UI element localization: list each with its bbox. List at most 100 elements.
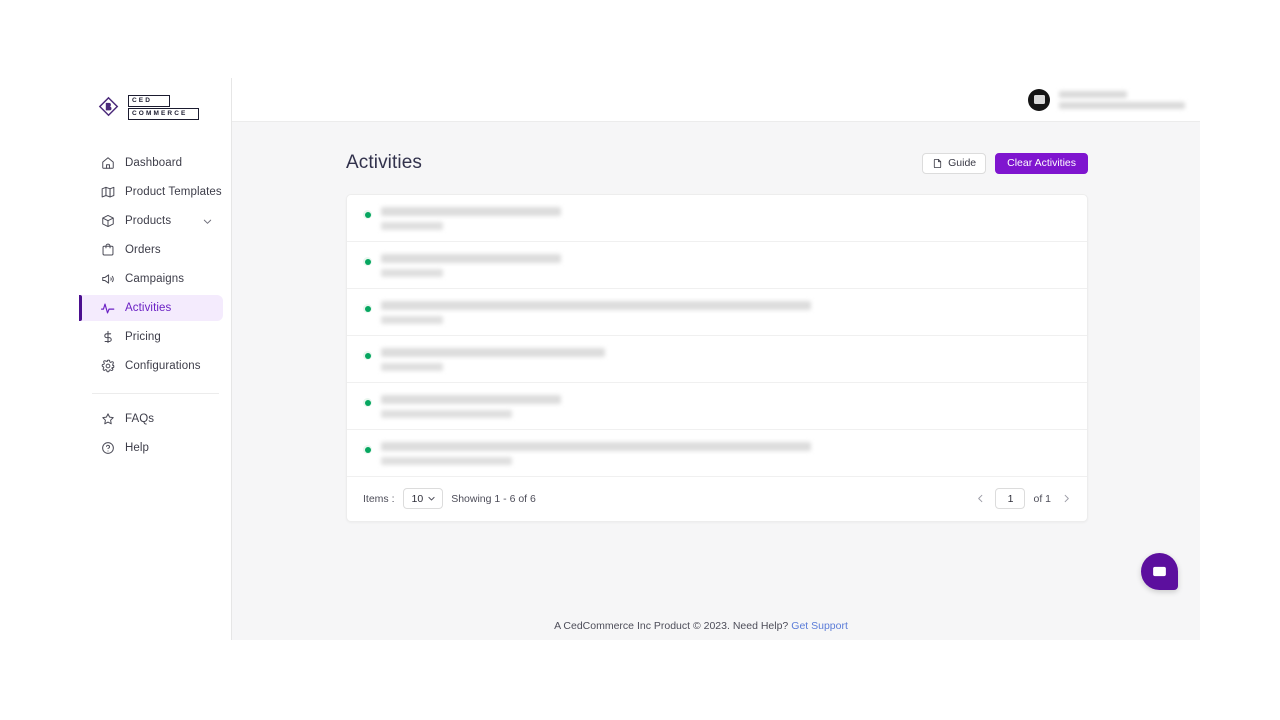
page-size-select[interactable]: 10 xyxy=(402,488,444,509)
activity-title-placeholder xyxy=(381,442,811,451)
sidebar-item-configurations[interactable]: Configurations xyxy=(80,353,223,379)
chat-widget-button[interactable] xyxy=(1141,553,1178,590)
activity-row-content xyxy=(381,207,561,230)
map-icon xyxy=(100,185,115,200)
activity-subtitle-placeholder xyxy=(381,222,443,230)
activity-row[interactable] xyxy=(347,383,1087,430)
sidebar-item-label: Pricing xyxy=(125,331,161,343)
sidebar-item-product-templates[interactable]: Product Templates xyxy=(80,179,223,205)
clear-activities-button[interactable]: Clear Activities xyxy=(995,152,1088,174)
footer: A CedCommerce Inc Product © 2023. Need H… xyxy=(232,612,1200,640)
status-dot-success xyxy=(363,210,372,219)
chevron-down-icon xyxy=(427,494,436,503)
user-identity-redacted xyxy=(1059,90,1185,109)
activity-subtitle-placeholder xyxy=(381,410,512,418)
brand-logo[interactable]: CED COMMERCE xyxy=(80,78,231,122)
chevron-right-icon[interactable] xyxy=(1059,490,1073,508)
page-content: Activities Guide Clear Activities Items … xyxy=(232,122,1200,612)
page-header: Activities Guide Clear Activities xyxy=(346,152,1088,174)
sidebar: CED COMMERCE Dashboard Product Templates… xyxy=(79,78,232,640)
star-icon xyxy=(100,412,115,427)
page-title: Activities xyxy=(346,152,422,173)
box-icon xyxy=(100,214,115,229)
status-dot-success xyxy=(363,445,372,454)
activity-row-content xyxy=(381,442,811,465)
status-dot-success xyxy=(363,257,372,266)
brand-line-commerce: COMMERCE xyxy=(128,107,199,120)
showing-count-label: Showing 1 - 6 of 6 xyxy=(451,492,536,505)
user-name-redacted xyxy=(1059,90,1127,98)
document-icon xyxy=(932,158,943,169)
app-root: CED COMMERCE Dashboard Product Templates… xyxy=(79,78,1200,640)
sidebar-item-faqs[interactable]: FAQs xyxy=(80,406,223,432)
sidebar-item-label: Dashboard xyxy=(125,157,183,169)
sidebar-item-label: Product Templates xyxy=(125,186,222,198)
chat-bubble-icon xyxy=(1151,563,1168,580)
activity-subtitle-placeholder xyxy=(381,316,443,324)
activity-row[interactable] xyxy=(347,242,1087,289)
status-dot-success xyxy=(363,304,372,313)
sidebar-divider xyxy=(92,393,219,394)
sidebar-item-label: Products xyxy=(125,215,172,227)
status-dot-inner xyxy=(364,352,371,359)
sidebar-item-label: Campaigns xyxy=(125,273,185,285)
pagination-left: Items : 10 Showing 1 - 6 of 6 xyxy=(363,488,536,509)
activity-title-placeholder xyxy=(381,348,605,357)
total-pages-label: of 1 xyxy=(1033,492,1051,505)
page-size-value: 10 xyxy=(411,492,424,505)
activity-title-placeholder xyxy=(381,395,561,404)
activity-title-placeholder xyxy=(381,254,561,263)
activity-subtitle-placeholder xyxy=(381,269,443,277)
sidebar-item-dashboard[interactable]: Dashboard xyxy=(80,150,223,176)
dollar-icon xyxy=(100,330,115,345)
bag-icon xyxy=(100,243,115,258)
status-dot-inner xyxy=(364,305,371,312)
activity-row-content xyxy=(381,348,605,371)
sidebar-nav: Dashboard Product Templates Products Ord… xyxy=(79,150,231,461)
main-area: Activities Guide Clear Activities Items … xyxy=(232,78,1200,640)
status-dot-inner xyxy=(364,446,371,453)
guide-button-label: Guide xyxy=(948,157,977,169)
sidebar-item-label: Help xyxy=(125,442,150,454)
activity-row[interactable] xyxy=(347,195,1087,242)
chevron-left-icon[interactable] xyxy=(973,490,987,508)
activity-row-content xyxy=(381,301,811,324)
activities-card: Items : 10 Showing 1 - 6 of 6 1 of 1 xyxy=(346,194,1088,522)
pagination-bar: Items : 10 Showing 1 - 6 of 6 1 of 1 xyxy=(347,477,1087,521)
status-dot-inner xyxy=(364,211,371,218)
guide-button[interactable]: Guide xyxy=(922,152,987,174)
sidebar-item-label: FAQs xyxy=(125,413,155,425)
chevron-down-icon[interactable] xyxy=(202,216,213,227)
page-actions: Guide Clear Activities xyxy=(922,152,1088,174)
sidebar-item-campaigns[interactable]: Campaigns xyxy=(80,266,223,292)
activity-subtitle-placeholder xyxy=(381,363,443,371)
sidebar-item-activities[interactable]: Activities xyxy=(79,295,223,321)
sidebar-item-label: Orders xyxy=(125,244,161,256)
status-dot-success xyxy=(363,398,372,407)
get-support-link[interactable]: Get Support xyxy=(791,620,848,632)
gear-icon xyxy=(100,359,115,374)
footer-text: A CedCommerce Inc Product © 2023. Need H… xyxy=(554,620,789,632)
status-dot-success xyxy=(363,351,372,360)
status-dot-inner xyxy=(364,399,371,406)
sidebar-item-label: Activities xyxy=(125,302,172,314)
status-dot-inner xyxy=(364,258,371,265)
page-number-input[interactable] xyxy=(995,488,1026,509)
activity-row[interactable] xyxy=(347,289,1087,336)
sidebar-item-help[interactable]: Help xyxy=(80,435,223,461)
activity-row[interactable] xyxy=(347,336,1087,383)
avatar-inner-shape xyxy=(1033,95,1045,104)
activities-list xyxy=(347,195,1087,477)
user-avatar xyxy=(1028,88,1050,111)
top-bar xyxy=(232,78,1200,122)
activity-row-content xyxy=(381,254,561,277)
home-icon xyxy=(100,156,115,171)
user-profile-menu[interactable] xyxy=(1028,88,1185,111)
brand-line-ced: CED xyxy=(128,94,170,107)
activity-pulse-icon xyxy=(100,301,115,316)
cedcommerce-diamond-logo xyxy=(98,96,120,118)
activity-row[interactable] xyxy=(347,430,1087,477)
sidebar-item-pricing[interactable]: Pricing xyxy=(80,324,223,350)
sidebar-item-orders[interactable]: Orders xyxy=(80,237,223,263)
sidebar-item-products[interactable]: Products xyxy=(80,208,223,234)
